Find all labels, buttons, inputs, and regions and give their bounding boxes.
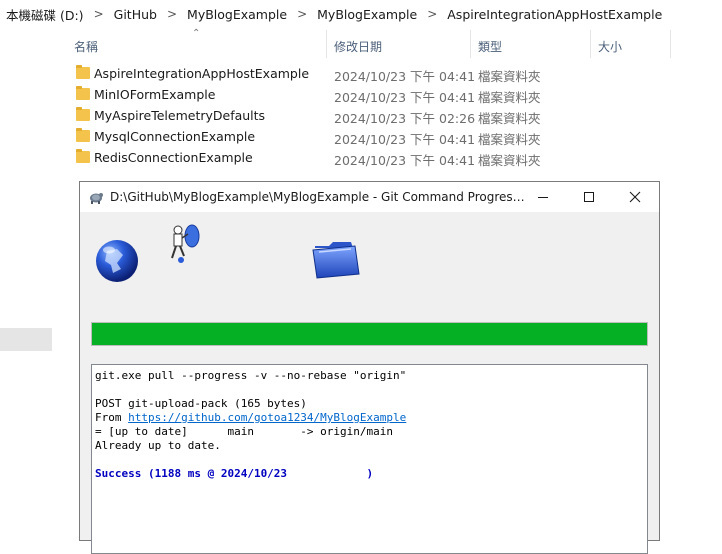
file-row[interactable]: MinIOFormExample 2024/10/23 下午 04:41 檔案資… xyxy=(72,84,672,105)
column-header-type[interactable]: 類型 xyxy=(478,38,502,55)
git-output-log[interactable]: git.exe pull --progress -v --no-rebase "… xyxy=(91,364,648,554)
folder-destination-icon xyxy=(312,242,360,279)
log-from-label: From xyxy=(95,411,129,424)
log-line-blank xyxy=(95,453,647,467)
minimize-icon xyxy=(538,197,548,198)
breadcrumb-separator[interactable]: > xyxy=(419,7,445,21)
file-name: MinIOFormExample xyxy=(94,87,216,102)
file-name: AspireIntegrationAppHostExample xyxy=(94,66,310,81)
breadcrumb-item-drive[interactable]: 本機磁碟 (D:) xyxy=(0,5,86,24)
file-date: 2024/10/23 下午 02:26 xyxy=(334,111,476,126)
dialog-titlebar[interactable]: D:\GitHub\MyBlogExample\MyBlogExample - … xyxy=(80,182,659,212)
file-type: 檔案資料夾 xyxy=(478,111,541,126)
file-type: 檔案資料夾 xyxy=(478,153,541,168)
file-type: 檔案資料夾 xyxy=(478,90,541,105)
file-type: 檔案資料夾 xyxy=(478,132,541,147)
log-line-success: Success (1188 ms @ 2024/10/23 ) xyxy=(95,467,374,480)
file-row[interactable]: MysqlConnectionExample 2024/10/23 下午 04:… xyxy=(72,126,672,147)
log-line-command: git.exe pull --progress -v --no-rebase "… xyxy=(95,369,407,382)
folder-icon xyxy=(76,128,90,142)
log-line-post: POST git-upload-pack (165 bytes) xyxy=(95,397,307,410)
column-header-name[interactable]: 名稱 xyxy=(74,38,98,55)
column-header-modified[interactable]: 修改日期 xyxy=(334,38,382,55)
file-date: 2024/10/23 下午 04:41 xyxy=(334,90,476,105)
progress-bar xyxy=(91,322,648,346)
file-type: 檔案資料夾 xyxy=(478,69,541,84)
folder-icon xyxy=(76,149,90,163)
file-name: MyAspireTelemetryDefaults xyxy=(94,108,266,123)
breadcrumb-separator[interactable]: > xyxy=(159,7,185,21)
breadcrumb-item-current[interactable]: AspireIntegrationAppHostExample xyxy=(445,7,664,22)
folder-icon xyxy=(76,86,90,100)
tortoisegit-icon xyxy=(90,193,103,204)
breadcrumb: 本機磁碟 (D:) > GitHub > MyBlogExample > MyB… xyxy=(0,0,722,28)
dialog-title: D:\GitHub\MyBlogExample\MyBlogExample - … xyxy=(110,190,528,204)
close-icon xyxy=(629,191,641,203)
log-line-already: Already up to date. xyxy=(95,439,221,452)
breadcrumb-item-github[interactable]: GitHub xyxy=(112,7,159,22)
folder-icon xyxy=(76,65,90,79)
file-date: 2024/10/23 下午 04:41 xyxy=(334,153,476,168)
minimize-button[interactable] xyxy=(521,182,565,212)
file-date: 2024/10/23 下午 04:41 xyxy=(334,69,476,84)
navigation-pane-selected-item[interactable] xyxy=(0,328,52,351)
git-progress-dialog: D:\GitHub\MyBlogExample\MyBlogExample - … xyxy=(79,181,660,554)
log-line-from: From https://github.com/gotoa1234/MyBlog… xyxy=(95,411,647,425)
breadcrumb-item-myblogexample-inner[interactable]: MyBlogExample xyxy=(315,7,419,22)
folder-icon xyxy=(76,107,90,121)
column-headers: ⌃ 名稱 修改日期 類型 大小 xyxy=(0,28,722,60)
file-name: RedisConnectionExample xyxy=(94,150,253,165)
breadcrumb-item-myblogexample[interactable]: MyBlogExample xyxy=(185,7,289,22)
file-date: 2024/10/23 下午 04:41 xyxy=(334,132,476,147)
log-line-up-to-date: = [up to date] main -> origin/main xyxy=(95,425,394,438)
column-header-size[interactable]: 大小 xyxy=(598,38,622,55)
repository-link[interactable]: https://github.com/gotoa1234/MyBlogExamp… xyxy=(128,411,406,424)
column-divider[interactable] xyxy=(590,30,591,58)
close-button[interactable] xyxy=(613,182,657,212)
file-name: MysqlConnectionExample xyxy=(94,129,256,144)
walking-figure-icon xyxy=(171,224,200,263)
globe-icon xyxy=(96,240,138,282)
file-row[interactable]: MyAspireTelemetryDefaults 2024/10/23 下午 … xyxy=(72,105,672,126)
progress-bar-fill xyxy=(92,323,647,345)
log-line-blank xyxy=(95,383,647,397)
maximize-button[interactable] xyxy=(567,182,611,212)
breadcrumb-separator[interactable]: > xyxy=(86,7,112,21)
file-row[interactable]: RedisConnectionExample 2024/10/23 下午 04:… xyxy=(72,147,672,168)
column-divider[interactable] xyxy=(470,30,471,58)
maximize-icon xyxy=(584,192,594,202)
column-divider[interactable] xyxy=(670,30,671,58)
column-divider[interactable] xyxy=(326,30,327,58)
sort-ascending-icon: ⌃ xyxy=(192,28,201,39)
file-row[interactable]: AspireIntegrationAppHostExample 2024/10/… xyxy=(72,63,672,84)
breadcrumb-separator[interactable]: > xyxy=(289,7,315,21)
